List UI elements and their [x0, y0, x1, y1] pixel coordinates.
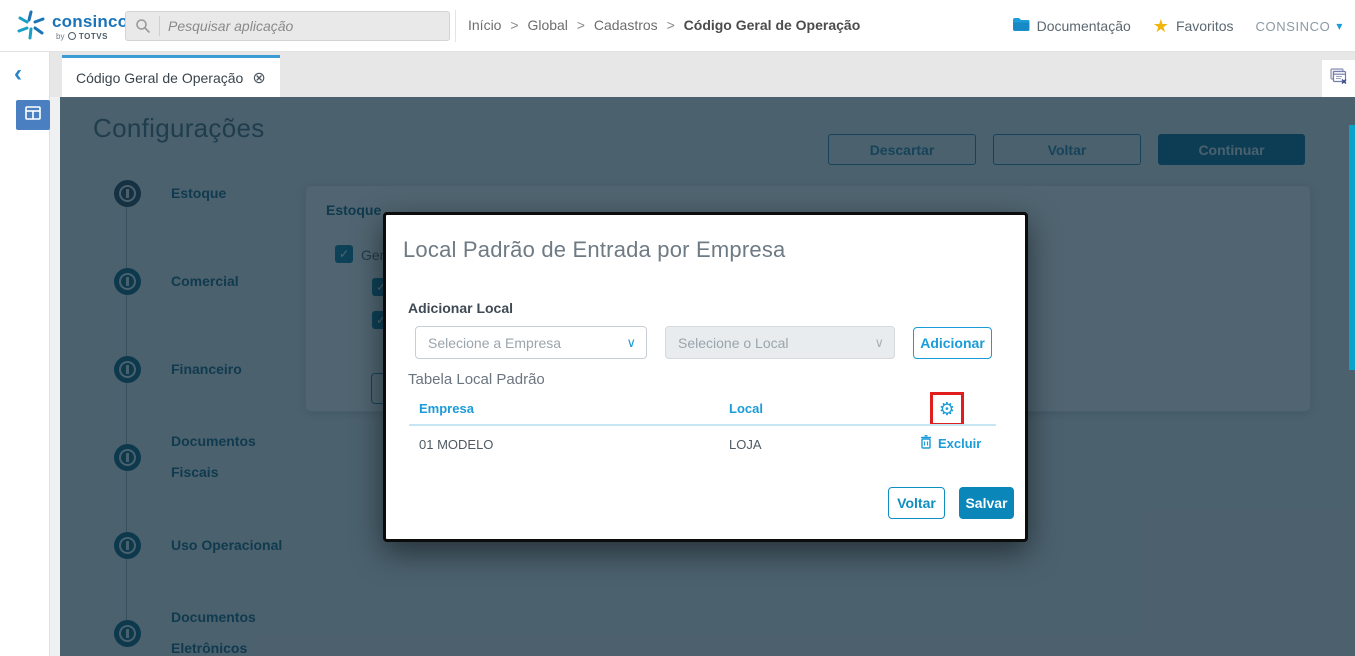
- account-label: CONSINCO: [1255, 18, 1331, 34]
- table-header-rule: [409, 424, 996, 426]
- favorites-label: Favoritos: [1175, 18, 1234, 34]
- column-header-local[interactable]: Local: [729, 401, 763, 416]
- totvs-icon: [67, 32, 76, 40]
- left-sidebar: ‹: [0, 52, 50, 656]
- tab-label: Código Geral de Operação: [76, 69, 244, 86]
- vertical-scrollbar[interactable]: [1349, 125, 1355, 370]
- add-button[interactable]: Adicionar: [913, 327, 992, 359]
- breadcrumb-current: Código Geral de Operação: [683, 17, 861, 33]
- local-select[interactable]: Selecione o Local ∨: [665, 326, 895, 359]
- breadcrumb-home[interactable]: Início: [468, 17, 501, 33]
- close-all-tabs-button[interactable]: [1322, 60, 1355, 97]
- folder-icon: [1012, 17, 1030, 35]
- local-select-placeholder: Selecione o Local: [678, 334, 789, 351]
- collapse-sidebar-button[interactable]: ‹: [14, 62, 22, 86]
- column-header-empresa[interactable]: Empresa: [419, 401, 474, 416]
- account-menu[interactable]: CONSINCO ▾: [1256, 19, 1343, 34]
- search-icon: [135, 16, 160, 36]
- trash-icon: [920, 435, 932, 452]
- chevron-down-icon: ∨: [874, 334, 884, 350]
- breadcrumb-separator: >: [576, 17, 585, 33]
- company-select[interactable]: Selecione a Empresa ∨: [415, 326, 647, 359]
- star-icon: ★: [1152, 15, 1169, 36]
- breadcrumb-separator: >: [510, 17, 519, 33]
- table-cell-empresa: 01 MODELO: [419, 437, 494, 452]
- search-input[interactable]: [168, 18, 418, 34]
- grid-icon: [25, 105, 41, 125]
- header-divider: [455, 10, 456, 42]
- chevron-down-icon: ▾: [1336, 19, 1343, 33]
- documentation-label: Documentação: [1036, 18, 1131, 34]
- breadcrumb-cadastros[interactable]: Cadastros: [594, 17, 658, 33]
- favorites-link[interactable]: ★ Favoritos: [1153, 16, 1234, 37]
- company-select-placeholder: Selecione a Empresa: [428, 334, 562, 351]
- delete-row-button[interactable]: Excluir: [920, 435, 981, 452]
- breadcrumb: Início > Global > Cadastros > Código Ger…: [468, 17, 860, 33]
- app-search[interactable]: [125, 11, 450, 41]
- table-cell-local: LOJA: [729, 437, 762, 452]
- breadcrumb-separator: >: [666, 17, 675, 33]
- brand-name: consinco: [52, 12, 129, 31]
- close-tab-icon[interactable]: ⊗: [252, 68, 265, 88]
- modal-save-button[interactable]: Salvar: [959, 487, 1014, 519]
- header-actions: Documentação ★ Favoritos CONSINCO ▾: [1012, 0, 1343, 52]
- modal-title: Local Padrão de Entrada por Empresa: [403, 237, 786, 262]
- modal-back-button[interactable]: Voltar: [888, 487, 945, 519]
- add-local-section-label: Adicionar Local: [408, 300, 514, 316]
- top-header: consinco by TOTVS Início > Global > Cada…: [0, 0, 1355, 52]
- delete-label: Excluir: [938, 436, 982, 451]
- consinco-starburst-icon: [16, 10, 46, 45]
- highlight-box: ⚙: [930, 392, 964, 426]
- chevron-down-icon: ∨: [626, 334, 636, 350]
- table-caption: Tabela Local Padrão: [408, 371, 545, 388]
- tab-bar: Código Geral de Operação ⊗: [50, 52, 1355, 97]
- close-all-tabs-icon: [1329, 67, 1348, 90]
- consinco-logo[interactable]: consinco by TOTVS: [16, 6, 128, 46]
- brand-byline: by TOTVS: [56, 32, 108, 41]
- app-window: consinco by TOTVS Início > Global > Cada…: [0, 0, 1355, 656]
- tab-codigo-geral-de-operacao[interactable]: Código Geral de Operação ⊗: [62, 55, 280, 97]
- local-padrao-modal: Local Padrão de Entrada por Empresa Adic…: [383, 212, 1028, 542]
- gear-icon[interactable]: ⚙: [939, 400, 955, 418]
- breadcrumb-global[interactable]: Global: [527, 17, 567, 33]
- menu-grid-button[interactable]: [16, 100, 50, 130]
- documentation-link[interactable]: Documentação: [1012, 17, 1131, 35]
